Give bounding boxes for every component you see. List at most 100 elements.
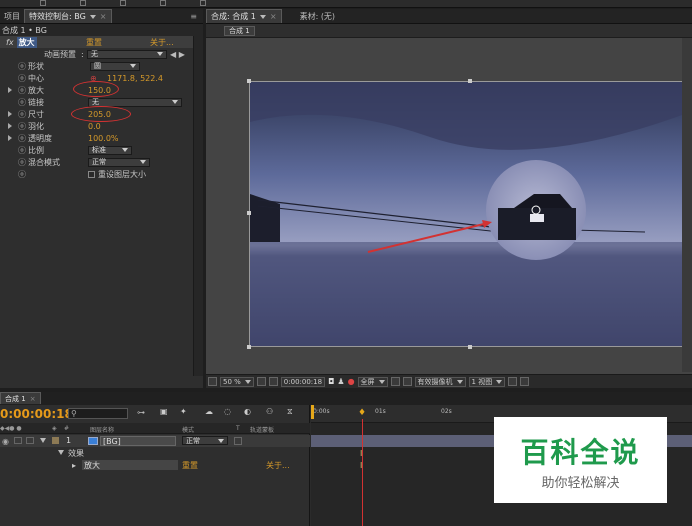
effect-reset-link[interactable]: 重置 [182, 460, 198, 471]
opacity-value[interactable]: 100.0% [88, 134, 119, 143]
layer-handle[interactable] [247, 79, 251, 83]
effect-name[interactable]: 放大 [16, 36, 37, 48]
layer-handle[interactable] [247, 211, 251, 215]
work-area-start[interactable] [311, 405, 314, 419]
chevron-down-icon[interactable] [259, 14, 266, 19]
tab-timeline-comp[interactable]: 合成 1 × [0, 392, 41, 404]
panel-menu-icon[interactable]: ≡ [190, 12, 197, 21]
stopwatch-icon[interactable]: ⓞ [18, 121, 26, 132]
close-icon[interactable]: × [270, 12, 277, 21]
effect-header-row[interactable]: fx 放大 重置 关于... [0, 36, 193, 48]
viewer-scrollbar[interactable] [682, 38, 692, 372]
grid-icon[interactable] [208, 377, 217, 386]
stopwatch-icon[interactable]: ⓞ [18, 145, 26, 156]
playhead-line[interactable] [362, 419, 363, 526]
layer-search-input[interactable]: ⚲ [68, 408, 128, 419]
resolution-dropdown[interactable]: 全屏 [357, 376, 388, 387]
transparency-grid-icon[interactable] [402, 377, 412, 386]
stopwatch-icon[interactable]: ⓞ [18, 157, 26, 168]
tab-effect-controls[interactable]: 特效控制台: BG × [24, 9, 112, 23]
timecode-display[interactable]: 0:00:00:18 [280, 376, 326, 387]
stopwatch-icon[interactable]: ⓞ [18, 61, 26, 72]
camera-snapshot-icon[interactable]: ◘ [328, 377, 334, 386]
expand-triangle-icon[interactable] [8, 135, 12, 141]
eye-icon[interactable]: ◉ [2, 437, 9, 446]
toggle-pixel-icon[interactable] [508, 377, 518, 386]
zoom-dropdown[interactable]: 50 % [220, 376, 254, 387]
camera-dropdown[interactable]: 有效摄像机 [414, 376, 466, 387]
toolbar-tool-icon[interactable] [40, 0, 46, 6]
draft-3d-icon[interactable]: ▣ [160, 407, 168, 416]
timeline-timecode[interactable]: 0:00:00:18 [0, 407, 73, 421]
close-icon[interactable]: × [30, 395, 36, 403]
effect-about-link[interactable]: 关于... [266, 460, 290, 471]
hide-shy-icon[interactable]: ✦ [180, 407, 187, 416]
center-value[interactable]: 1171.8, 522.4 [107, 74, 163, 83]
resize-layer-checkbox[interactable] [88, 170, 95, 178]
keyframe-icon[interactable]: ⧖ [287, 407, 293, 417]
layer-mode-dropdown[interactable]: 正常 [182, 436, 228, 445]
stopwatch-icon[interactable]: ⓞ [18, 109, 26, 120]
safe-margins-icon[interactable] [256, 377, 266, 386]
fast-preview-icon[interactable] [520, 377, 530, 386]
motion-blur-icon[interactable]: ◌ [224, 407, 231, 416]
region-of-interest-icon[interactable] [390, 377, 400, 386]
feather-value[interactable]: 0.0 [88, 122, 101, 131]
view-layout-dropdown[interactable]: 1 视图 [468, 376, 506, 387]
expand-triangle-icon[interactable] [8, 87, 12, 93]
stopwatch-icon[interactable]: ⓞ [18, 85, 26, 96]
effect-about-link[interactable]: 关于... [150, 37, 174, 48]
preset-nav-arrows[interactable]: ◀ ▶ [170, 50, 185, 59]
layer-handle[interactable] [468, 79, 472, 83]
layer-expand-icon[interactable] [40, 438, 46, 443]
keyframe-marker-icon[interactable]: I [360, 461, 362, 470]
layer-row[interactable]: ◉ 1 [BG] 正常 [0, 435, 310, 447]
effect-name[interactable]: 放大 [82, 460, 178, 470]
current-time-indicator-icon[interactable]: ♦ [358, 408, 366, 418]
blend-mode-dropdown[interactable]: 正常 [88, 157, 150, 167]
toolbar-tool-icon[interactable] [200, 0, 206, 6]
expand-triangle-icon[interactable]: ▸ [72, 461, 76, 470]
color-channel-icon[interactable]: ● [348, 377, 355, 386]
column-layer-name[interactable]: 图层名称 [90, 425, 114, 434]
layer-label-color[interactable] [52, 437, 59, 444]
comp-subtab[interactable]: 合成 1 [224, 26, 255, 36]
graph-editor-icon[interactable]: ⚇ [266, 407, 273, 416]
tab-project[interactable]: 项目 [0, 9, 24, 23]
close-icon[interactable]: × [100, 12, 107, 21]
layer-name[interactable]: [BG] [100, 436, 176, 446]
stopwatch-icon[interactable]: ⓞ [18, 133, 26, 144]
frame-blending-icon[interactable]: ☁ [205, 407, 213, 416]
tab-composition[interactable]: 合成: 合成 1 × [206, 9, 282, 23]
preset-dropdown[interactable]: 无 [87, 49, 167, 59]
preserve-transparency-toggle[interactable] [234, 437, 242, 445]
expand-triangle-icon[interactable] [8, 123, 12, 129]
lock-toggle[interactable] [26, 437, 34, 444]
toolbar-tool-icon[interactable] [160, 0, 166, 6]
mask-view-icon[interactable] [268, 377, 278, 386]
scaling-dropdown[interactable]: 标准 [88, 145, 132, 155]
param-row-resize-layer: ⓞ 重设图层大小 [0, 168, 193, 180]
expand-icon[interactable] [58, 450, 64, 455]
effect-reset-link[interactable]: 重置 [86, 37, 102, 48]
stopwatch-icon[interactable]: ⓞ [18, 169, 26, 180]
effects-group-row[interactable]: 效果 [0, 447, 310, 459]
show-snapshot-icon[interactable]: ♟ [337, 377, 344, 386]
keyframe-marker-icon[interactable]: I [360, 449, 362, 458]
brainstorm-icon[interactable]: ◐ [244, 407, 251, 416]
toolbar-tool-icon[interactable] [120, 0, 126, 6]
expand-triangle-icon[interactable] [8, 111, 12, 117]
effect-panel-scrollbar[interactable] [193, 36, 203, 376]
effect-row[interactable]: ▸ 放大 重置 关于... [0, 459, 310, 471]
toolbar-tool-icon[interactable] [80, 0, 86, 6]
chevron-down-icon[interactable] [89, 14, 96, 19]
shape-dropdown[interactable]: 圆 [90, 61, 140, 71]
stopwatch-icon[interactable]: ⓞ [18, 97, 26, 108]
comp-mini-flowchart-icon[interactable]: ⊶ [137, 408, 145, 417]
layer-handle[interactable] [468, 345, 472, 349]
solo-toggle[interactable] [14, 437, 22, 444]
tab-footage[interactable]: 素材: (无) [296, 9, 339, 23]
fx-icon[interactable]: fx [6, 38, 14, 47]
layer-handle[interactable] [247, 345, 251, 349]
stopwatch-icon[interactable]: ⓞ [18, 73, 26, 84]
